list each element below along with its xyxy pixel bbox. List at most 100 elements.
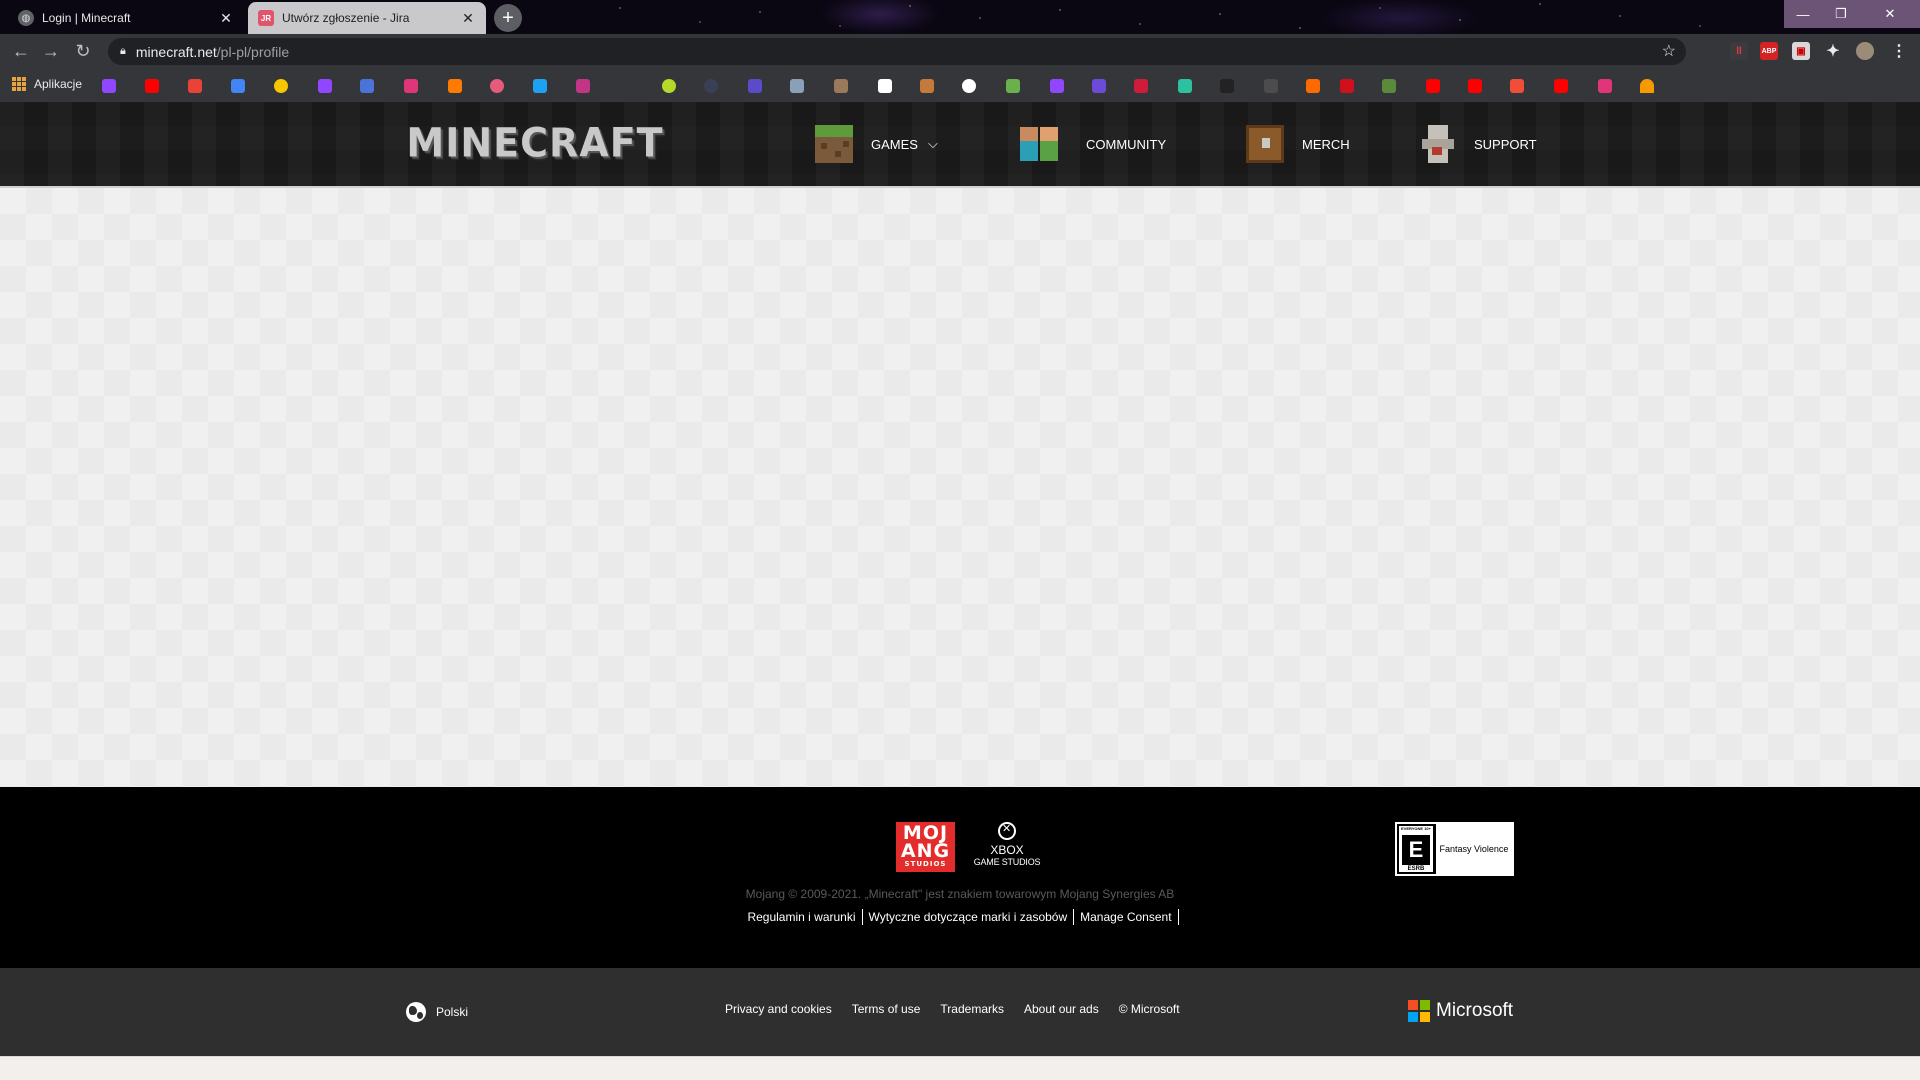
apps-grid-icon xyxy=(12,77,26,91)
site-footer: MOJ ANG STUDIOS XBOX GAME STUDIOS EVERYO… xyxy=(0,787,1920,968)
bookmark-icon[interactable] xyxy=(1340,79,1354,93)
bookmark-icon[interactable] xyxy=(1178,79,1192,93)
nav-support[interactable]: SUPPORT xyxy=(1418,120,1537,168)
bookmark-icon[interactable] xyxy=(1510,79,1524,93)
brand-guidelines-link[interactable]: Wytyczne dotyczące marki i zasobów xyxy=(863,909,1075,925)
bookmark-star-icon[interactable]: ☆ xyxy=(1662,41,1676,61)
maximize-button[interactable]: ❐ xyxy=(1822,0,1860,28)
bookmark-icon[interactable] xyxy=(490,79,504,93)
nav-merch[interactable]: MERCH xyxy=(1246,120,1350,168)
tab-jira[interactable]: JR Utwórz zgłoszenie - Jira ✕ xyxy=(248,2,486,34)
minecraft-logo[interactable]: MINECRAFT xyxy=(405,119,665,167)
bookmark-icon[interactable] xyxy=(1640,79,1654,93)
esrb-descriptor: Fantasy Violence xyxy=(1435,824,1512,874)
translate-icon[interactable] xyxy=(231,79,245,93)
nav-community-label: COMMUNITY xyxy=(1086,136,1167,152)
chevron-down-icon: ⌵ xyxy=(927,136,938,151)
legal-links: Regulamin i warunki Wytyczne dotyczące m… xyxy=(0,909,1920,925)
gmail-icon[interactable] xyxy=(188,79,202,93)
twitch-icon[interactable] xyxy=(318,79,332,93)
twitch-icon[interactable] xyxy=(102,79,116,93)
microsoft-logo-icon xyxy=(1408,1000,1430,1022)
close-icon[interactable]: ✕ xyxy=(460,10,476,27)
page-bottom-strip xyxy=(0,1056,1920,1080)
address-bar[interactable]: 🔒︎ minecraft.net/pl-pl/profile ☆ xyxy=(108,38,1686,65)
iron-golem-icon xyxy=(1418,125,1456,163)
tab-title: Login | Minecraft xyxy=(42,11,131,25)
jira-icon: JR xyxy=(258,10,274,26)
extension-icon[interactable]: ▣ xyxy=(1792,42,1810,60)
mojang-studios-logo[interactable]: MOJ ANG STUDIOS xyxy=(896,822,955,872)
bookmark-icon[interactable] xyxy=(834,79,848,93)
twitter-icon[interactable] xyxy=(533,79,547,93)
tab-title: Utwórz zgłoszenie - Jira xyxy=(282,11,410,25)
bookmark-icon[interactable] xyxy=(662,79,676,93)
avatar[interactable] xyxy=(1856,42,1874,60)
main-content xyxy=(0,186,1920,787)
xbox-logo-line1: XBOX xyxy=(990,843,1024,857)
new-tab-button[interactable]: + xyxy=(494,4,522,32)
site-header: MINECRAFT GAMES ⌵ COMMUNITY MERCH SUPPOR… xyxy=(0,102,1920,186)
language-selector[interactable]: Polski xyxy=(406,1002,468,1022)
esrb-top-label: EVERYONE 10+ xyxy=(1401,826,1431,831)
microsoft-brand-text: Microsoft xyxy=(1436,1000,1514,1021)
bookmark-icon[interactable] xyxy=(920,79,934,93)
microsoft-footer: Polski Privacy and cookies Terms of use … xyxy=(0,968,1920,1056)
bookmark-icon[interactable] xyxy=(878,79,892,93)
bookmark-icon[interactable] xyxy=(404,79,418,93)
bookmark-apps[interactable]: Aplikacje xyxy=(12,77,82,91)
bookmarks-bar: Aplikacje xyxy=(0,68,1920,102)
adblock-icon[interactable]: ABP xyxy=(1760,42,1778,60)
nav-merch-label: MERCH xyxy=(1302,136,1350,152)
bookmark-icon[interactable] xyxy=(274,79,288,93)
youtube-icon[interactable] xyxy=(1554,79,1568,93)
terms-of-use-link[interactable]: Terms of use xyxy=(852,1002,921,1016)
bookmark-icon[interactable] xyxy=(748,79,762,93)
esrb-rating[interactable]: EVERYONE 10+ E ESRB Fantasy Violence xyxy=(1395,822,1514,876)
instagram-icon[interactable] xyxy=(576,79,590,93)
youtube-icon[interactable] xyxy=(1426,79,1440,93)
nav-games[interactable]: GAMES ⌵ xyxy=(815,120,938,168)
bookmark-icon[interactable] xyxy=(1264,79,1278,93)
mojang-logo-line3: STUDIOS xyxy=(904,860,947,868)
bookmark-icon[interactable] xyxy=(1382,79,1396,93)
window-close-button[interactable]: ✕ xyxy=(1860,0,1920,28)
esrb-letter: E xyxy=(1402,835,1430,865)
tab-login-minecraft[interactable]: ◍ Login | Minecraft ✕ xyxy=(8,2,244,34)
manage-consent-link[interactable]: Manage Consent xyxy=(1074,909,1179,925)
bookmark-icon[interactable] xyxy=(962,79,976,93)
microsoft-logo[interactable]: Microsoft xyxy=(1408,1000,1513,1022)
terms-link[interactable]: Regulamin i warunki xyxy=(741,909,863,925)
bookmark-icon[interactable] xyxy=(1134,79,1148,93)
bookmark-icon[interactable] xyxy=(360,79,374,93)
privacy-link[interactable]: Privacy and cookies xyxy=(725,1002,832,1016)
bookmark-icon[interactable] xyxy=(1306,79,1320,93)
youtube-icon[interactable] xyxy=(145,79,159,93)
trademarks-link[interactable]: Trademarks xyxy=(940,1002,1004,1016)
bookmark-icon[interactable] xyxy=(1598,79,1612,93)
twitch-icon[interactable] xyxy=(1050,79,1064,93)
minimize-button[interactable]: — xyxy=(1784,0,1822,28)
xbox-game-studios-logo[interactable]: XBOX GAME STUDIOS xyxy=(967,822,1047,872)
url-path: /pl-pl/profile xyxy=(216,43,290,60)
reload-icon[interactable]: ↻ xyxy=(70,39,96,63)
forward-arrow-icon[interactable]: → xyxy=(38,39,64,63)
globe-icon xyxy=(406,1002,426,1022)
close-icon[interactable]: ✕ xyxy=(218,10,234,27)
back-arrow-icon[interactable]: ← xyxy=(8,39,34,63)
bookmark-icon[interactable] xyxy=(704,79,718,93)
extension-icon[interactable]: ll xyxy=(1730,42,1748,60)
esrb-badge: EVERYONE 10+ E ESRB xyxy=(1397,824,1435,874)
bookmark-icon[interactable] xyxy=(1220,79,1234,93)
menu-icon[interactable]: ⋮ xyxy=(1890,42,1908,60)
bookmark-icon[interactable] xyxy=(448,79,462,93)
bookmark-icon[interactable] xyxy=(790,79,804,93)
about-ads-link[interactable]: About our ads xyxy=(1024,1002,1099,1016)
youtube-icon[interactable] xyxy=(1468,79,1482,93)
nav-community[interactable]: COMMUNITY xyxy=(1012,120,1166,168)
bookmark-icon[interactable] xyxy=(1006,79,1020,93)
puzzle-icon[interactable]: ✦ xyxy=(1824,42,1842,60)
lock-icon: 🔒︎ xyxy=(120,45,126,57)
bookmark-icon[interactable] xyxy=(1092,79,1106,93)
community-icon xyxy=(1012,125,1068,163)
